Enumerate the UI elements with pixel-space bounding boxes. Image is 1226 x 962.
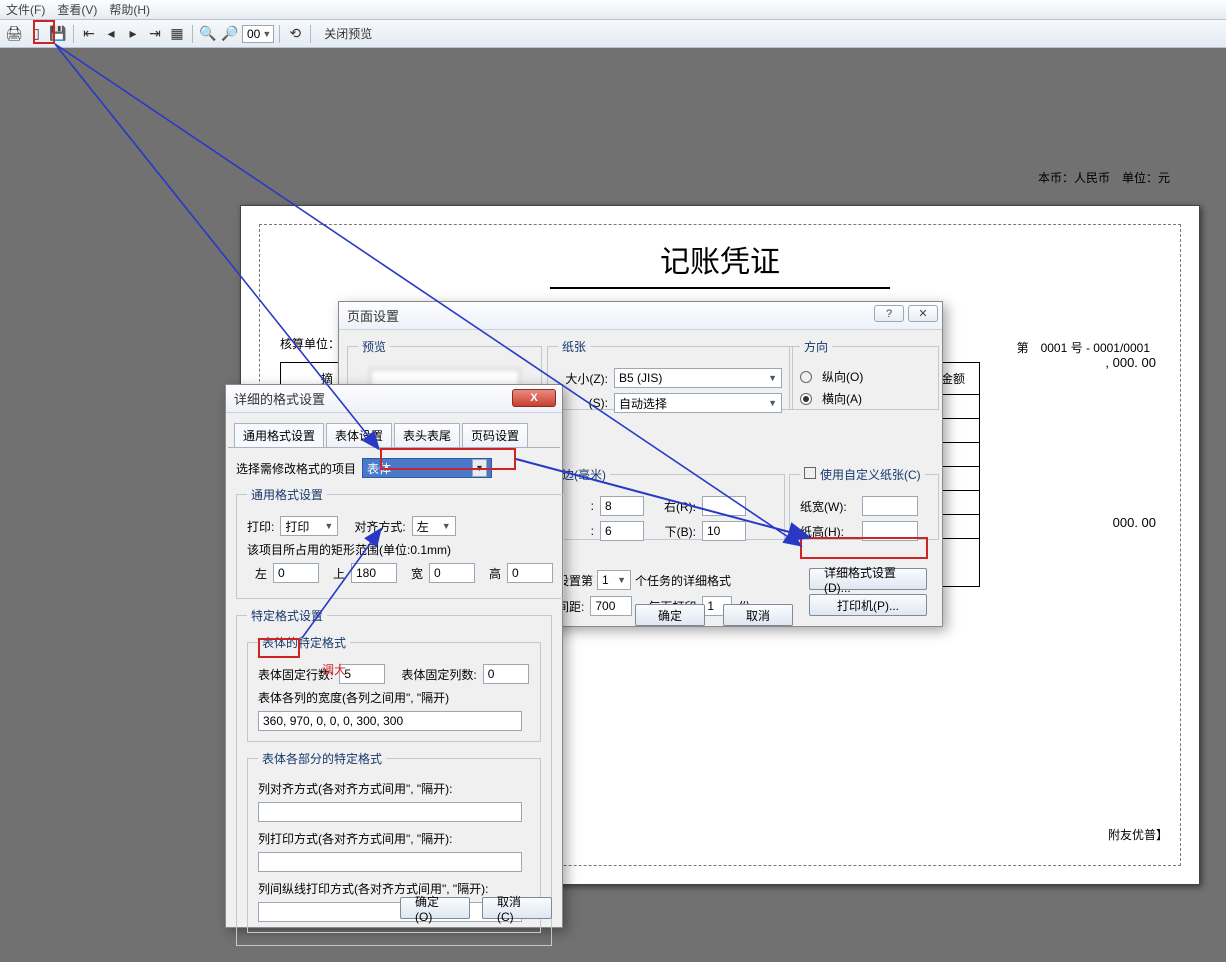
- tab-general[interactable]: 通用格式设置: [234, 423, 324, 447]
- zoom-value: 00: [247, 27, 260, 41]
- ok-button[interactable]: 确定: [635, 604, 705, 626]
- column-widths-input[interactable]: [258, 711, 522, 731]
- align-select[interactable]: 左▼: [412, 516, 456, 536]
- col-amount: 金额: [941, 366, 965, 390]
- task-gap-input[interactable]: [590, 596, 632, 616]
- detail-format-button[interactable]: 详细格式设置(D)...: [809, 568, 927, 590]
- attachment-note: 附友优普】: [1108, 826, 1168, 843]
- annotation-text: 调大: [322, 661, 346, 678]
- margin-left-input[interactable]: [600, 496, 644, 516]
- zoom-out-icon[interactable]: 🔎: [220, 24, 240, 44]
- dialog-title: 详细的格式设置 X: [226, 385, 562, 413]
- cancel-button[interactable]: 取消: [723, 604, 793, 626]
- tab-page-number[interactable]: 页码设置: [462, 423, 528, 447]
- menu-bar: 文件(F) 查看(V) 帮助(H): [0, 0, 1226, 20]
- highlight-detail-button: [800, 537, 928, 559]
- voucher-number: 第 0001 号 - 0001/0001: [1017, 339, 1150, 356]
- close-button[interactable]: X: [512, 389, 556, 407]
- column-prints-input[interactable]: [258, 852, 522, 872]
- page-prev-icon[interactable]: ◂: [101, 24, 121, 44]
- printer-button[interactable]: 打印机(P)...: [809, 594, 927, 616]
- page-first-icon[interactable]: ⇤: [79, 24, 99, 44]
- orientation-group: 方向 纵向(O) 横向(A): [789, 338, 939, 410]
- general-group: 通用格式设置 打印: 打印▼ 对齐方式: 左▼ 该项目所占用的矩形范围(单位:0…: [236, 486, 564, 599]
- highlight-item-select: [380, 448, 516, 470]
- print-select[interactable]: 打印▼: [280, 516, 338, 536]
- tab-bar: 通用格式设置 表体设置 表头表尾 页码设置: [228, 423, 560, 448]
- page-last-icon[interactable]: ⇥: [145, 24, 165, 44]
- close-preview-button[interactable]: 关闭预览: [324, 25, 372, 42]
- rect-left-input[interactable]: [273, 563, 319, 583]
- column-aligns-input[interactable]: [258, 802, 522, 822]
- multi-page-icon[interactable]: ▦: [167, 24, 187, 44]
- rect-top-input[interactable]: [351, 563, 397, 583]
- custom-paper-group: 使用自定义纸张(C) 纸宽(W): 纸高(H):: [789, 466, 939, 540]
- task-number-select[interactable]: 1▼: [597, 570, 631, 590]
- menu-help[interactable]: 帮助(H): [109, 1, 150, 18]
- paper-source-select[interactable]: 自动选择▼: [614, 393, 782, 413]
- menu-file[interactable]: 文件(F): [6, 1, 45, 18]
- zoom-in-icon[interactable]: 🔍: [198, 24, 218, 44]
- cancel-button[interactable]: 取消(C): [482, 897, 552, 919]
- close-button[interactable]: ✕: [908, 305, 938, 322]
- ok-button[interactable]: 确定(O): [400, 897, 470, 919]
- fixed-cols-input[interactable]: [483, 664, 529, 684]
- custom-paper-checkbox[interactable]: [804, 467, 816, 479]
- voucher-currency: 本币：人民币 单位：元: [1038, 169, 1170, 186]
- refresh-icon[interactable]: ⟲: [285, 24, 305, 44]
- page-next-icon[interactable]: ▸: [123, 24, 143, 44]
- margin-right-input[interactable]: [702, 496, 746, 516]
- margins-group: 边(毫米) : 右(R): : 下(B):: [547, 466, 785, 540]
- paper-size-select[interactable]: B5 (JIS)▼: [614, 368, 782, 388]
- rect-width-input[interactable]: [429, 563, 475, 583]
- paper-width-input[interactable]: [862, 496, 918, 516]
- portrait-radio[interactable]: [800, 371, 812, 383]
- print-icon[interactable]: 🖨: [4, 24, 24, 44]
- help-button[interactable]: ?: [874, 305, 904, 322]
- menu-view[interactable]: 查看(V): [57, 1, 97, 18]
- voucher-title: 记账凭证: [280, 237, 1160, 281]
- tab-header-footer[interactable]: 表头表尾: [394, 423, 460, 447]
- toolbar: 🖨 ▯ 💾 ⇤ ◂ ▸ ⇥ ▦ 🔍 🔎 00 ▼ ⟲ 关闭预览: [0, 20, 1226, 48]
- highlight-widths-input: [258, 638, 300, 658]
- landscape-radio[interactable]: [800, 393, 812, 405]
- zoom-combo[interactable]: 00 ▼: [242, 25, 274, 43]
- money-column: , 000. 00 000. 00: [1105, 355, 1156, 555]
- margin-top-input[interactable]: [600, 521, 644, 541]
- fixed-rows-input[interactable]: [339, 664, 385, 684]
- margin-bottom-input[interactable]: [702, 521, 746, 541]
- paper-group: 纸张 大小(Z): B5 (JIS)▼ (S): 自动选择▼: [547, 338, 793, 410]
- rect-height-input[interactable]: [507, 563, 553, 583]
- highlight-toolbar: [33, 20, 55, 44]
- chevron-down-icon: ▼: [262, 29, 271, 39]
- dialog-title: 页面设置 ? ✕: [339, 302, 942, 330]
- tab-body[interactable]: 表体设置: [326, 423, 392, 447]
